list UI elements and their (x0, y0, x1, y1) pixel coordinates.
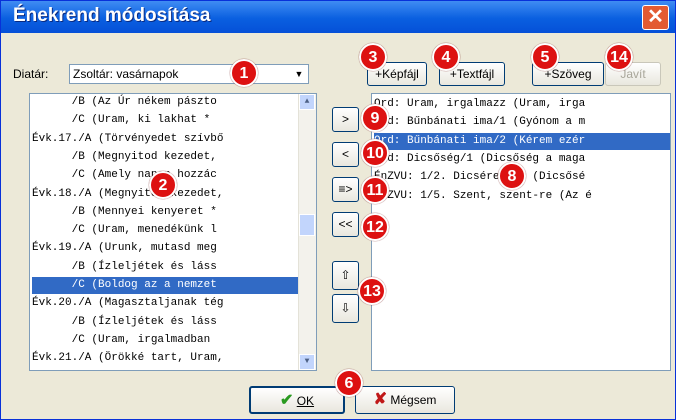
left-list-item[interactable]: /B (Az Úr nékem pászto (32, 94, 298, 111)
left-list-item[interactable]: Évk.19./A (Urunk, mutasd meg (32, 240, 298, 257)
badge-14: 14 (605, 43, 633, 71)
badge-8: 8 (498, 162, 526, 190)
window-title: Énekrend módosítása (13, 5, 211, 26)
badge-5: 5 (531, 43, 559, 71)
left-list-item[interactable]: /C (Boldog az a nemzet (32, 277, 298, 294)
remove-item-button[interactable]: < (332, 142, 359, 167)
left-list-item[interactable]: Évk.20./A (Magasztaljanak tég (32, 295, 298, 312)
scroll-thumb[interactable] (299, 214, 315, 236)
scroll-up-icon[interactable]: ▲ (299, 94, 315, 110)
dialog-window: Énekrend módosítása ✕ Diatár: Zsoltár: v… (0, 0, 676, 420)
badge-1: 1 (230, 59, 258, 87)
left-list-item[interactable]: Évk.21./A (Örökké tart, Uram, (32, 350, 298, 367)
badge-4: 4 (432, 43, 460, 71)
right-list-item[interactable]: Ord: Bűnbánati ima/1 (Gyónom a m (374, 114, 670, 131)
badge-6: 6 (335, 369, 363, 397)
ok-label: OK (296, 394, 315, 408)
chevron-down-icon[interactable]: ▼ (291, 66, 307, 82)
checkmark-icon: ✔ (279, 392, 294, 409)
badge-2: 2 (149, 171, 177, 199)
left-list-item[interactable]: /C (Uram, ki lakhat * (32, 112, 298, 129)
move-up-button[interactable]: ⇧ (332, 261, 359, 290)
ok-button[interactable]: ✔ OK (249, 386, 345, 414)
badge-13: 13 (358, 277, 386, 305)
badge-9: 9 (361, 104, 389, 132)
cancel-button[interactable]: ✘ Mégsem (355, 386, 455, 414)
x-icon: ✘ (373, 391, 388, 408)
diatar-select[interactable]: Zsoltár: vasárnapok ▼ (69, 64, 309, 84)
left-song-list[interactable]: Évk.21./A (Örökké tart, Uram, /C (Uram, … (29, 93, 317, 371)
left-scrollbar[interactable]: ▲ ▼ (298, 94, 316, 370)
insert-item-button[interactable]: ≡> (332, 177, 359, 202)
right-list-item[interactable]: Ord: Bűnbánati ima/2 (Kérem ezér (374, 132, 670, 150)
remove-all-button[interactable]: << (332, 212, 359, 237)
move-down-button[interactable]: ⇩ (332, 294, 359, 323)
right-list-item[interactable]: ÉnZVU: 1/5. Szent, szent-re (Az é (374, 188, 670, 205)
diatar-label: Diatár: (13, 67, 49, 81)
badge-10: 10 (361, 139, 389, 167)
badge-12: 12 (361, 213, 389, 241)
right-list-item[interactable]: Ord: Uram, irgalmazz (Uram, irga (374, 96, 670, 113)
left-list-item[interactable]: /B (Megnyitod kezedet, (32, 149, 298, 166)
badge-11: 11 (361, 176, 389, 204)
close-button[interactable]: ✕ (642, 5, 669, 30)
left-list-item[interactable]: /C (Uram, menedékünk l (32, 222, 298, 239)
left-list-item[interactable]: Évk.17./A (Törvényedet szívbő (32, 131, 298, 148)
left-list-item[interactable]: /B (Ízleljétek és láss (32, 314, 298, 331)
left-list-item[interactable]: /B (Ízleljétek és láss (32, 259, 298, 276)
badge-3: 3 (359, 43, 387, 71)
scroll-down-icon[interactable]: ▼ (299, 354, 315, 370)
add-item-button[interactable]: > (332, 107, 359, 132)
cancel-label: Mégsem (390, 393, 437, 407)
left-list-item[interactable]: /C (Uram, irgalmadban (32, 332, 298, 349)
right-service-list[interactable]: ÉnZVU: 1/5. Szent, szent-re (Az é ÉnZVU: … (371, 93, 671, 371)
title-bar: Énekrend módosítása ✕ (1, 1, 675, 33)
diatar-value: Zsoltár: vasárnapok (73, 67, 179, 81)
left-list-item[interactable]: /B (Mennyei kenyeret * (32, 204, 298, 221)
